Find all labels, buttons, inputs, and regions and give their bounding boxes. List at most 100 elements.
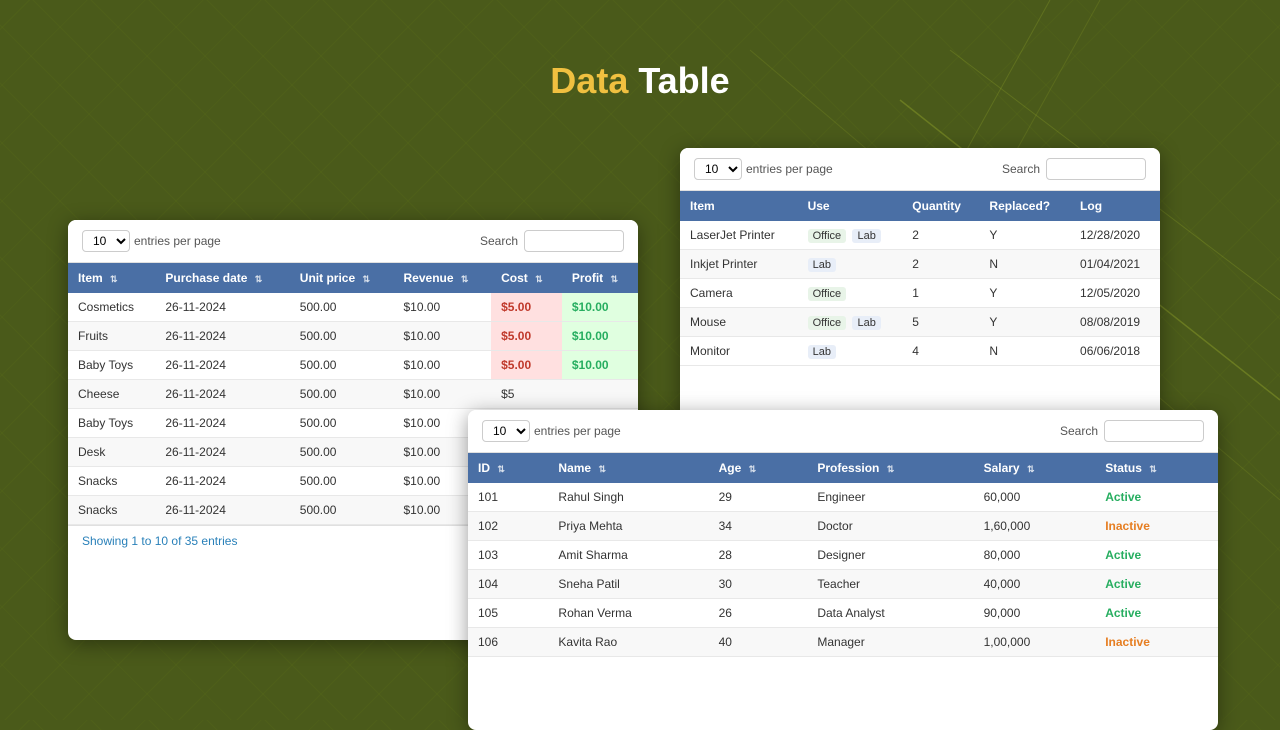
cell-id: 104 bbox=[468, 570, 548, 599]
cell-profit: $10.00 bbox=[562, 351, 638, 380]
cell-use: Office Lab bbox=[798, 308, 903, 337]
cell-item: LaserJet Printer bbox=[680, 221, 798, 250]
employees-col-age[interactable]: Age ⇅ bbox=[709, 453, 808, 483]
employees-search-label: Search bbox=[1060, 424, 1098, 438]
employees-search-input[interactable] bbox=[1104, 420, 1204, 442]
cell-quantity: 5 bbox=[902, 308, 979, 337]
inventory-entries-label: entries per page bbox=[746, 162, 833, 176]
cell-name: Priya Mehta bbox=[548, 512, 708, 541]
cell-quantity: 4 bbox=[902, 337, 979, 366]
inventory-col-use[interactable]: Use bbox=[798, 191, 903, 221]
cell-status: Inactive bbox=[1095, 628, 1218, 657]
employees-table: ID ⇅ Name ⇅ Age ⇅ Profession ⇅ Salary ⇅ … bbox=[468, 453, 1218, 657]
purchases-controls: 10 25 50 entries per page Search bbox=[68, 220, 638, 263]
cell-item: Baby Toys bbox=[68, 351, 155, 380]
purchases-col-revenue[interactable]: Revenue ⇅ bbox=[394, 263, 492, 293]
purchases-col-unit-price[interactable]: Unit price ⇅ bbox=[290, 263, 394, 293]
cell-item: Camera bbox=[680, 279, 798, 308]
employees-tbody: 101 Rahul Singh 29 Engineer 60,000 Activ… bbox=[468, 483, 1218, 657]
cell-salary: 80,000 bbox=[974, 541, 1096, 570]
cell-profession: Manager bbox=[807, 628, 973, 657]
purchases-col-date[interactable]: Purchase date ⇅ bbox=[155, 263, 289, 293]
cell-use: Lab bbox=[798, 250, 903, 279]
cell-unit-price: 500.00 bbox=[290, 293, 394, 322]
cell-status: Active bbox=[1095, 570, 1218, 599]
purchases-col-item[interactable]: Item ⇅ bbox=[68, 263, 155, 293]
cell-item: Monitor bbox=[680, 337, 798, 366]
inventory-col-log[interactable]: Log bbox=[1070, 191, 1160, 221]
inventory-col-item[interactable]: Item bbox=[680, 191, 798, 221]
cell-quantity: 1 bbox=[902, 279, 979, 308]
employees-search-area: Search bbox=[1060, 420, 1204, 442]
cell-name: Rohan Verma bbox=[548, 599, 708, 628]
cell-profit: $10.00 bbox=[562, 322, 638, 351]
table-row: LaserJet Printer Office Lab 2 Y 12/28/20… bbox=[680, 221, 1160, 250]
inventory-table: Item Use Quantity Replaced? Log LaserJet… bbox=[680, 191, 1160, 366]
inventory-search-input[interactable] bbox=[1046, 158, 1146, 180]
purchases-col-cost[interactable]: Cost ⇅ bbox=[491, 263, 562, 293]
cell-item: Inkjet Printer bbox=[680, 250, 798, 279]
purchases-col-profit[interactable]: Profit ⇅ bbox=[562, 263, 638, 293]
cell-cost: $5.00 bbox=[491, 293, 562, 322]
cell-age: 40 bbox=[709, 628, 808, 657]
sort-icon: ⇅ bbox=[887, 464, 895, 475]
purchases-header-row: Item ⇅ Purchase date ⇅ Unit price ⇅ Reve… bbox=[68, 263, 638, 293]
table-row: 102 Priya Mehta 34 Doctor 1,60,000 Inact… bbox=[468, 512, 1218, 541]
cell-item: Desk bbox=[68, 438, 155, 467]
status-badge: Active bbox=[1105, 606, 1141, 620]
cell-unit-price: 500.00 bbox=[290, 380, 394, 409]
cell-cost: $5.00 bbox=[491, 322, 562, 351]
cell-age: 29 bbox=[709, 483, 808, 512]
cell-item: Snacks bbox=[68, 467, 155, 496]
inventory-entries-select: 10 25 entries per page bbox=[694, 158, 833, 180]
cell-status: Active bbox=[1095, 541, 1218, 570]
cell-id: 102 bbox=[468, 512, 548, 541]
cell-cost: $5 bbox=[491, 380, 562, 409]
cell-use: Office Lab bbox=[798, 221, 903, 250]
inventory-controls: 10 25 entries per page Search bbox=[680, 148, 1160, 191]
employees-col-name[interactable]: Name ⇅ bbox=[548, 453, 708, 483]
cell-item: Cosmetics bbox=[68, 293, 155, 322]
employees-col-status[interactable]: Status ⇅ bbox=[1095, 453, 1218, 483]
sort-icon: ⇅ bbox=[598, 464, 606, 475]
inventory-col-quantity[interactable]: Quantity bbox=[902, 191, 979, 221]
cell-replaced: N bbox=[979, 250, 1070, 279]
employees-col-profession[interactable]: Profession ⇅ bbox=[807, 453, 973, 483]
inventory-per-page-select[interactable]: 10 25 bbox=[694, 158, 742, 180]
sort-icon: ⇅ bbox=[255, 274, 263, 285]
cell-id: 101 bbox=[468, 483, 548, 512]
sort-icon: ⇅ bbox=[611, 274, 619, 285]
cell-quantity: 2 bbox=[902, 250, 979, 279]
table-row: 106 Kavita Rao 40 Manager 1,00,000 Inact… bbox=[468, 628, 1218, 657]
status-badge: Active bbox=[1105, 548, 1141, 562]
cell-replaced: Y bbox=[979, 221, 1070, 250]
cell-name: Rahul Singh bbox=[548, 483, 708, 512]
cell-item: Snacks bbox=[68, 496, 155, 525]
cell-use: Lab bbox=[798, 337, 903, 366]
purchases-search-input[interactable] bbox=[524, 230, 624, 252]
cell-unit-price: 500.00 bbox=[290, 351, 394, 380]
cell-revenue: $10.00 bbox=[394, 351, 492, 380]
purchases-per-page-select[interactable]: 10 25 50 bbox=[82, 230, 130, 252]
sort-icon: ⇅ bbox=[535, 274, 543, 285]
cell-profession: Teacher bbox=[807, 570, 973, 599]
purchases-search-label: Search bbox=[480, 234, 518, 248]
cell-status: Active bbox=[1095, 483, 1218, 512]
employees-col-salary[interactable]: Salary ⇅ bbox=[974, 453, 1096, 483]
cell-age: 26 bbox=[709, 599, 808, 628]
cell-unit-price: 500.00 bbox=[290, 438, 394, 467]
employees-card: 10 25 entries per page Search ID ⇅ Name … bbox=[468, 410, 1218, 730]
cell-status: Active bbox=[1095, 599, 1218, 628]
table-row: Cheese 26-11-2024 500.00 $10.00 $5 bbox=[68, 380, 638, 409]
sort-icon: ⇅ bbox=[1149, 464, 1157, 475]
cell-item: Fruits bbox=[68, 322, 155, 351]
table-row: Camera Office 1 Y 12/05/2020 bbox=[680, 279, 1160, 308]
inventory-col-replaced[interactable]: Replaced? bbox=[979, 191, 1070, 221]
cell-id: 106 bbox=[468, 628, 548, 657]
employees-col-id[interactable]: ID ⇅ bbox=[468, 453, 548, 483]
cell-unit-price: 500.00 bbox=[290, 322, 394, 351]
cell-salary: 1,60,000 bbox=[974, 512, 1096, 541]
employees-per-page-select[interactable]: 10 25 bbox=[482, 420, 530, 442]
cell-profession: Designer bbox=[807, 541, 973, 570]
sort-icon: ⇅ bbox=[749, 464, 757, 475]
